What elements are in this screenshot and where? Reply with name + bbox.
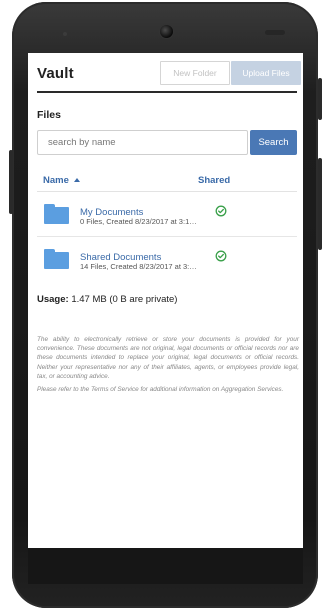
volume-button [9, 150, 13, 214]
files-heading: Files [37, 109, 61, 121]
search-input[interactable] [38, 131, 247, 154]
folder-meta: 14 Files, Created 8/23/2017 at 3:… [80, 262, 197, 271]
earpiece-speaker [265, 30, 285, 35]
check-circle-icon [215, 250, 227, 262]
page-title: Vault [37, 65, 74, 82]
check-circle-icon [215, 205, 227, 217]
usage-label: Usage: [37, 294, 69, 305]
folder-meta: 0 Files, Created 8/23/2017 at 3:1… [80, 217, 197, 226]
side-button-top [318, 78, 322, 120]
column-header-shared[interactable]: Shared [198, 175, 230, 186]
upload-files-button[interactable]: Upload Files [231, 61, 301, 85]
power-button [318, 158, 322, 250]
device-frame: Vault New Folder Upload Files Files Sear… [0, 0, 330, 612]
search-button[interactable]: Search [250, 130, 297, 155]
usage-summary: Usage: 1.47 MB (0 B are private) [37, 294, 177, 305]
folder-icon [44, 204, 69, 224]
table-row[interactable]: My Documents 0 Files, Created 8/23/2017 … [37, 192, 297, 237]
sort-ascending-icon [73, 178, 80, 182]
disclaimer-paragraph: Please refer to the Terms of Service for… [37, 386, 284, 394]
search-field [37, 130, 248, 155]
front-camera [160, 25, 173, 38]
navigation-bar [28, 548, 303, 584]
vault-header: Vault New Folder Upload Files [37, 61, 301, 93]
column-header-name-label: Name [43, 175, 69, 186]
column-header-name[interactable]: Name [43, 175, 80, 186]
disclaimer: The ability to electronically retrieve o… [37, 335, 299, 398]
proximity-sensor [63, 32, 67, 36]
table-row[interactable]: Shared Documents 14 Files, Created 8/23/… [37, 237, 297, 281]
folder-icon [44, 249, 69, 269]
disclaimer-paragraph: The ability to electronically retrieve o… [37, 336, 299, 380]
usage-value: 1.47 MB (0 B are private) [71, 294, 178, 305]
app-screen: Vault New Folder Upload Files Files Sear… [28, 53, 303, 548]
new-folder-button[interactable]: New Folder [160, 61, 230, 85]
